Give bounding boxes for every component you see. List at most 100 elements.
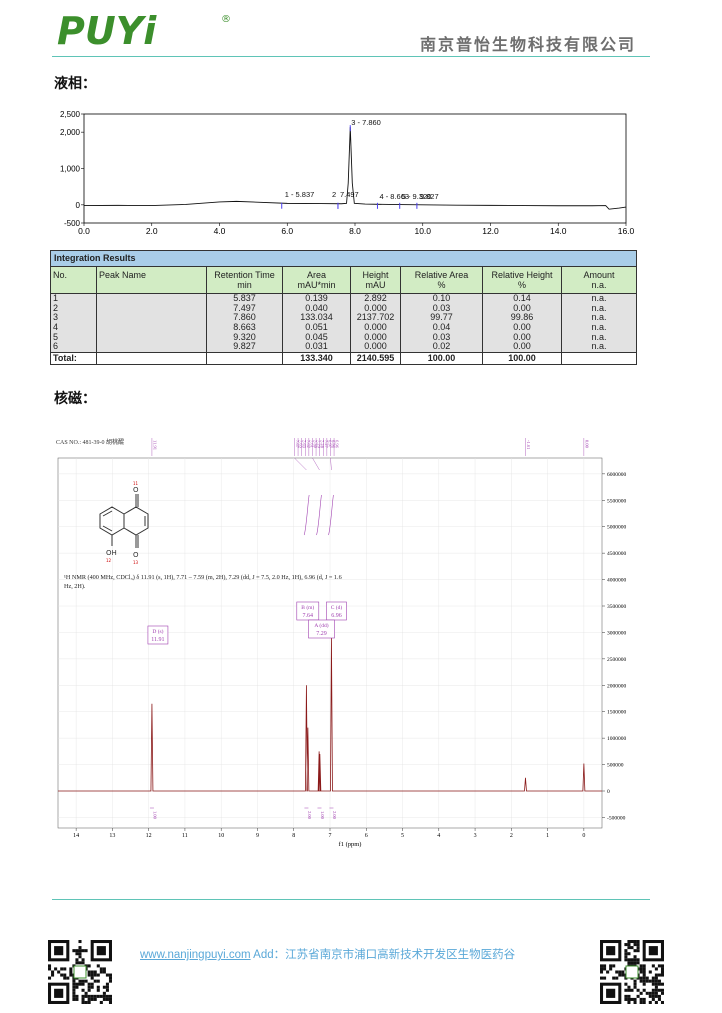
qr-module: [642, 1000, 646, 1004]
x-tick-label: 9: [256, 833, 259, 839]
qr-module: [108, 994, 112, 998]
qr-module: [630, 997, 634, 1001]
qr-module: [651, 997, 655, 1001]
qr-module: [90, 997, 94, 1001]
qr-module: [102, 991, 106, 995]
qr-module: [654, 1000, 658, 1004]
qr-module: [624, 982, 628, 986]
y-tick-label: 5500000: [607, 498, 627, 504]
qr-module: [93, 973, 97, 977]
table-cell: [97, 294, 207, 304]
qr-module: [600, 967, 604, 971]
qr-module: [105, 997, 109, 1001]
qr-module: [72, 979, 76, 983]
qr-module: [84, 1000, 88, 1004]
qr-module: [603, 976, 607, 980]
qr-module: [600, 970, 604, 974]
peak-label: 1 - 5.837: [285, 190, 315, 199]
nmr-section-title: 核磁：: [54, 391, 96, 407]
header-cell: Relative Area%: [401, 267, 483, 293]
qr-module: [630, 958, 634, 962]
header-divider: [52, 56, 650, 57]
qr-module: [609, 964, 613, 968]
qr-module: [642, 982, 646, 986]
qr-module: [99, 994, 103, 998]
qr-module: [105, 985, 109, 989]
qr-module: [51, 973, 55, 977]
qr-module: [660, 988, 664, 992]
qr-module: [636, 949, 640, 953]
qr-module: [63, 973, 67, 977]
qr-module: [72, 991, 76, 995]
table-cell: [97, 332, 207, 343]
table-cell: 0.02: [401, 342, 483, 353]
qr-module: [654, 994, 658, 998]
qr-code-right: [600, 940, 664, 1004]
qr-module: [102, 997, 106, 1001]
annotation-line2: 11.91: [151, 637, 164, 643]
table-row: 6 9.827 0.031 0.000 0.02 0.00 n.a.: [51, 342, 636, 353]
qr-finder-core: [648, 946, 658, 956]
qr-module: [627, 961, 631, 965]
qr-module: [69, 967, 73, 971]
qr-finder-core: [606, 946, 616, 956]
total-height: 2140.595: [351, 353, 401, 365]
qr-module: [624, 994, 628, 998]
qr-module: [657, 994, 661, 998]
qr-module: [636, 958, 640, 962]
qr-module: [87, 1000, 91, 1004]
qr-module: [630, 988, 634, 992]
qr-module: [633, 1000, 637, 1004]
qr-module: [78, 979, 82, 983]
qr-module: [615, 976, 619, 980]
qr-module: [102, 967, 106, 971]
x-tick-label: 6.0: [281, 226, 293, 236]
qr-module: [69, 973, 73, 977]
x-tick-label: 11: [182, 833, 188, 839]
qr-module: [75, 985, 79, 989]
peak-label: 3 - 7.860: [351, 118, 381, 127]
qr-module: [105, 973, 109, 977]
total-relative-height: 100.00: [483, 353, 562, 365]
qr-module: [102, 985, 106, 989]
x-tick-label: 0: [582, 833, 585, 839]
qr-module: [108, 976, 112, 980]
qr-module: [657, 997, 661, 1001]
table-row: 2 7.497 0.040 0.000 0.03 0.00 n.a.: [51, 303, 636, 314]
qr-module: [639, 967, 643, 971]
qr-module: [633, 955, 637, 959]
logo-registered-mark: ®: [221, 14, 231, 25]
qr-module: [603, 967, 607, 971]
qr-module: [102, 970, 106, 974]
qr-module: [624, 958, 628, 962]
qr-module: [609, 967, 613, 971]
x-tick-label: 2.0: [146, 226, 158, 236]
qr-module: [654, 982, 658, 986]
qr-module: [660, 970, 664, 974]
x-tick-label: 1: [546, 833, 549, 839]
qr-module: [84, 979, 88, 983]
qr-module: [75, 952, 79, 956]
qr-module: [603, 964, 607, 968]
qr-module: [81, 961, 85, 965]
qr-module: [651, 979, 655, 983]
peak-label: 9.827: [420, 192, 439, 201]
total-cell: [97, 353, 207, 365]
qr-module: [72, 985, 76, 989]
header-cell: Relative Height%: [483, 267, 562, 293]
qr-module: [96, 994, 100, 998]
x-tick-label: 16.0: [618, 226, 635, 236]
qr-module: [54, 967, 58, 971]
qr-logo: [73, 965, 87, 979]
x-tick-label: 2: [510, 833, 513, 839]
qr-module: [627, 994, 631, 998]
qr-module: [615, 970, 619, 974]
table-cell: [97, 342, 207, 353]
shift-label: 6.96: [335, 440, 340, 449]
qr-module: [72, 982, 76, 986]
website-link[interactable]: www.nanjingpuyi.com: [140, 949, 251, 961]
qr-module: [93, 970, 97, 974]
annotation-line2: 7.29: [316, 631, 327, 637]
shift-label: 11.91: [152, 440, 157, 450]
qr-module: [69, 970, 73, 974]
